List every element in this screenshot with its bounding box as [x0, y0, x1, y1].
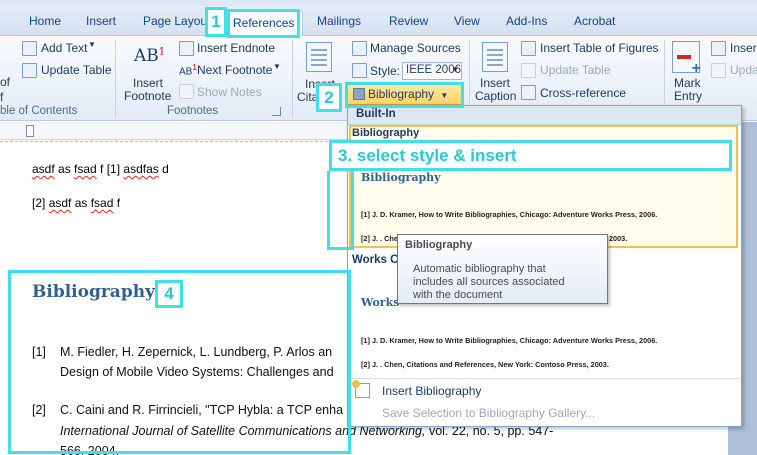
insert-table-of-figures-button[interactable]: Insert Table of Figures: [540, 41, 659, 55]
tab-review[interactable]: Review: [389, 14, 428, 28]
misspelled-word[interactable]: asdf: [32, 162, 55, 176]
gallery-preview-entry: [1] J. D. Kramer, How to Write Bibliogra…: [361, 336, 658, 345]
update-table-figures-button[interactable]: Update Table: [540, 63, 611, 77]
table-of-figures-icon: [521, 41, 536, 56]
tab-mailings[interactable]: Mailings: [317, 14, 361, 28]
insert-endnote-button[interactable]: Insert Endnote: [197, 41, 275, 55]
gallery-item-label[interactable]: Works Ci: [352, 254, 402, 266]
tab-acrobat[interactable]: Acrobat: [574, 14, 615, 28]
body-line-1: asdf as fsad f [1] asdfas d: [32, 162, 169, 176]
style-select[interactable]: IEEE 2006 ▼: [402, 62, 462, 80]
manage-sources-button[interactable]: Manage Sources: [370, 41, 461, 55]
update-table-button[interactable]: Update Table: [41, 63, 112, 77]
insert-footnote-label-2[interactable]: Footnote: [124, 89, 171, 103]
tab-view[interactable]: View: [454, 14, 480, 28]
toc-partial-label: of: [0, 75, 11, 89]
update-index-button[interactable]: Upda: [730, 63, 757, 77]
body-text: f [1]: [96, 162, 124, 176]
tooltip-body: includes all sources associated: [413, 276, 565, 288]
tooltip-body: with the document: [413, 289, 503, 301]
gallery-preview-entry: [2] J. . Chen, Citations and References,…: [361, 360, 609, 369]
chevron-down-icon: ▼: [88, 40, 96, 49]
manage-sources-icon: [352, 41, 367, 56]
add-text-button[interactable]: Add Text: [41, 41, 87, 55]
tooltip-body: Automatic bibliography that: [413, 263, 546, 275]
callout-step-1-badge: 1: [205, 7, 227, 37]
style-icon: [352, 63, 367, 78]
add-text-icon: [22, 41, 37, 56]
body-text: [2]: [32, 196, 49, 210]
footnotes-group-label: Footnotes: [167, 105, 219, 117]
gallery-item-label: Bibliography: [352, 127, 420, 139]
callout-step-1-box: [227, 9, 300, 38]
insert-bibliography-icon: [352, 380, 370, 398]
menu-divider: [349, 378, 740, 379]
misspelled-word[interactable]: asdfas: [123, 162, 158, 176]
update-index-icon: [711, 63, 726, 78]
body-text: as: [54, 162, 75, 176]
mark-entry-label-2[interactable]: Entry: [674, 89, 702, 103]
callout-step-3: 3. select style & insert: [329, 140, 732, 171]
gallery-preview-entry: [2] J. . Che: [361, 234, 398, 243]
gallery-preview-entry: 2003.: [609, 234, 628, 243]
gallery-preview-title: Bibliography: [361, 171, 441, 184]
tab-home[interactable]: Home: [29, 14, 61, 28]
chevron-down-icon: ▼: [273, 62, 281, 71]
show-notes-button[interactable]: Show Notes: [197, 85, 262, 99]
insert-index-button[interactable]: Inser: [730, 41, 757, 55]
insert-caption-label-2[interactable]: Caption: [475, 89, 516, 103]
ribbon-tab-bar: Home Insert Page Layout References Maili…: [0, 6, 757, 37]
next-footnote-icon: AB1: [179, 62, 197, 78]
tab-add-ins[interactable]: Add-Ins: [506, 14, 547, 28]
gallery-preview-entry: [1] J. D. Kramer, How to Write Bibliogra…: [361, 210, 658, 219]
endnote-icon: [179, 41, 194, 56]
toc-group-label: ble of Contents: [0, 105, 78, 117]
insert-caption-label-1[interactable]: Insert: [480, 76, 510, 90]
footnotes-dialog-launcher-icon[interactable]: [272, 107, 281, 116]
gallery-preview-title[interactable]: Works: [361, 296, 399, 309]
update-table-icon: [521, 63, 536, 78]
tab-page-layout[interactable]: Page Layout: [143, 14, 210, 28]
callout-step-3-box: [327, 171, 354, 250]
body-line-2: [2] asdf as fsad f: [32, 196, 120, 210]
misspelled-word[interactable]: fsad: [91, 196, 114, 210]
body-text: f: [113, 196, 121, 210]
update-table-icon: [22, 63, 37, 78]
tab-insert[interactable]: Insert: [86, 14, 116, 28]
callout-step-2-badge: 2: [316, 83, 342, 112]
indent-marker[interactable]: [26, 125, 34, 137]
callout-step-4-badge: 4: [155, 280, 183, 308]
insert-citation-icon: [306, 42, 332, 72]
group-divider: [292, 40, 293, 118]
insert-index-icon: [711, 41, 726, 56]
misspelled-word[interactable]: asdf: [49, 196, 72, 210]
next-footnote-button[interactable]: Next Footnote: [197, 63, 272, 77]
style-label: Style:: [370, 64, 401, 78]
insert-footnote-label-1[interactable]: Insert: [133, 76, 163, 90]
group-divider: [115, 40, 116, 118]
insert-bibliography-menu-item[interactable]: Insert Bibliography: [382, 384, 481, 398]
mark-entry-label-1[interactable]: Mark: [674, 76, 701, 90]
gallery-section-header: Built-In: [348, 106, 741, 125]
cross-reference-icon: [521, 85, 536, 100]
save-selection-menu-item[interactable]: Save Selection to Bibliography Gallery..…: [382, 406, 595, 420]
misspelled-word[interactable]: fsad: [74, 162, 97, 176]
insert-caption-icon: [482, 42, 508, 72]
show-notes-icon: [179, 84, 194, 99]
body-text: d: [158, 162, 169, 176]
tooltip-title: Bibliography: [405, 239, 473, 251]
body-text: as: [71, 196, 91, 210]
callout-step-2-box: [345, 82, 464, 108]
chevron-down-icon: ▼: [451, 65, 459, 74]
toc-partial-label-2: f: [0, 90, 4, 104]
cross-reference-button[interactable]: Cross-reference: [540, 86, 626, 100]
mark-entry-icon: [672, 41, 701, 78]
footnote-icon: AB1: [134, 46, 166, 66]
